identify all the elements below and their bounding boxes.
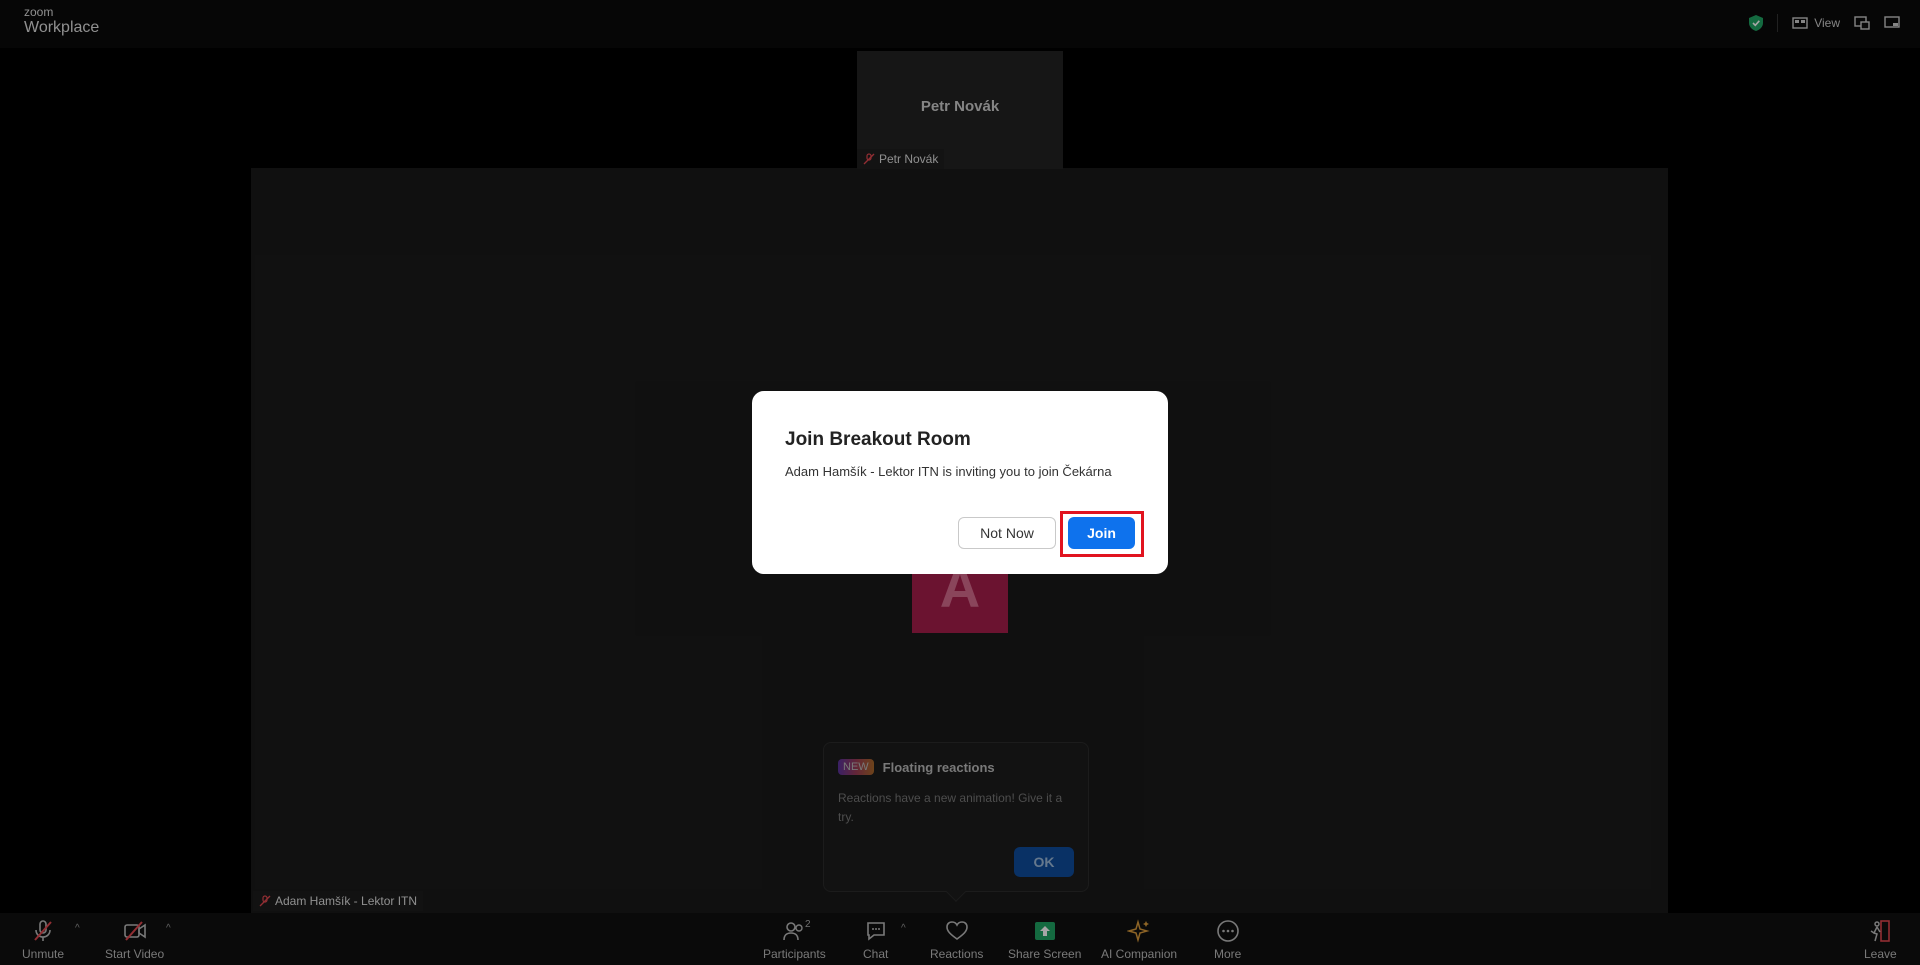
not-now-button[interactable]: Not Now xyxy=(958,517,1056,549)
dialog-message: Adam Hamšík - Lektor ITN is inviting you… xyxy=(785,464,1112,479)
dialog-title: Join Breakout Room xyxy=(785,429,971,450)
join-breakout-room-dialog: Join Breakout Room Adam Hamšík - Lektor … xyxy=(752,391,1168,574)
join-button[interactable]: Join xyxy=(1068,517,1135,549)
